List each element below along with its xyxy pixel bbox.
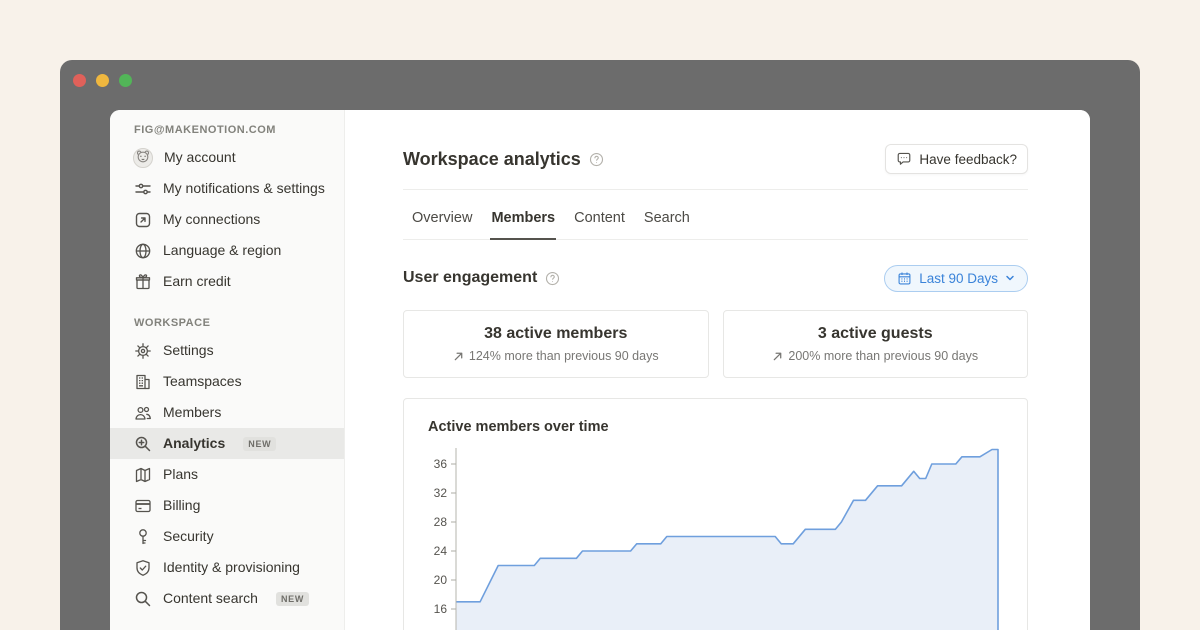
svg-text:36: 36 — [434, 457, 448, 471]
tab-bar: Overview Members Content Search — [403, 190, 1028, 240]
globe-icon — [134, 242, 152, 260]
chart-area-fill — [456, 450, 998, 630]
account-email-header: FIG@MAKENOTION.COM — [134, 122, 344, 138]
sidebar-item-settings[interactable]: Settings — [110, 335, 344, 366]
sidebar-item-my-connections[interactable]: My connections — [110, 204, 344, 235]
people-icon — [134, 404, 152, 422]
tab-search[interactable]: Search — [643, 202, 691, 240]
app-window: FIG@MAKENOTION.COM My account My notific… — [60, 60, 1140, 630]
stat-value: 3 active guests — [818, 325, 933, 343]
arrow-up-right-icon — [453, 351, 464, 362]
tab-members[interactable]: Members — [490, 202, 556, 240]
zoom-button[interactable] — [119, 74, 132, 87]
minimize-button[interactable] — [96, 74, 109, 87]
tab-overview[interactable]: Overview — [411, 202, 473, 240]
settings-modal: FIG@MAKENOTION.COM My account My notific… — [110, 110, 1090, 630]
sliders-icon — [134, 180, 152, 198]
sidebar-item-content-search[interactable]: Content search NEW — [110, 583, 344, 614]
stat-cards: 38 active members 124% more than previou… — [403, 310, 1028, 378]
svg-text:24: 24 — [434, 544, 448, 558]
new-badge: NEW — [276, 592, 309, 606]
stat-card: 3 active guests 200% more than previous … — [723, 310, 1029, 378]
tab-content[interactable]: Content — [573, 202, 626, 240]
map-icon — [134, 466, 152, 484]
new-badge: NEW — [243, 437, 276, 451]
calendar-icon — [897, 271, 912, 286]
sidebar-item-members[interactable]: Members — [110, 397, 344, 428]
key-icon — [134, 528, 152, 546]
magnifier-plus-icon — [134, 435, 152, 453]
sidebar-item-language-region[interactable]: Language & region — [110, 235, 344, 266]
svg-text:16: 16 — [434, 602, 448, 616]
date-range-button[interactable]: Last 90 Days — [884, 265, 1028, 292]
chart-y-ticks: 36 32 28 24 20 16 — [434, 457, 456, 616]
chevron-down-icon — [1005, 273, 1015, 283]
sidebar-item-my-notifications-settings[interactable]: My notifications & settings — [110, 173, 344, 204]
have-feedback-button[interactable]: Have feedback? — [885, 144, 1028, 174]
shield-check-icon — [134, 559, 152, 577]
sidebar-item-security[interactable]: Security — [110, 521, 344, 552]
stat-delta: 124% more than previous 90 days — [469, 349, 659, 363]
chart-card: Active members over time 36 32 28 24 20 16 — [403, 398, 1028, 630]
settings-sidebar: FIG@MAKENOTION.COM My account My notific… — [110, 110, 345, 630]
workspace-section-header: WORKSPACE — [134, 315, 344, 331]
account-items: My account My notifications & settings M… — [110, 142, 344, 297]
sidebar-item-identity-provisioning[interactable]: Identity & provisioning — [110, 552, 344, 583]
sidebar-item-billing[interactable]: Billing — [110, 490, 344, 521]
help-icon[interactable] — [545, 271, 560, 286]
arrow-up-right-icon — [772, 351, 783, 362]
magnifier-icon — [134, 590, 152, 608]
active-members-chart: 36 32 28 24 20 16 — [428, 448, 1003, 630]
stat-delta: 200% more than previous 90 days — [788, 349, 978, 363]
stat-card: 38 active members 124% more than previou… — [403, 310, 709, 378]
sidebar-item-analytics[interactable]: Analytics NEW — [110, 428, 344, 459]
building-icon — [134, 373, 152, 391]
window-controls — [73, 74, 132, 87]
main-content: Workspace analytics Have feedback? Overv… — [345, 110, 1090, 630]
close-button[interactable] — [73, 74, 86, 87]
arrow-up-right-box-icon — [134, 211, 152, 229]
credit-card-icon — [134, 497, 152, 515]
sidebar-item-my-account[interactable]: My account — [110, 142, 344, 173]
avatar — [133, 148, 153, 168]
sidebar-item-earn-credit[interactable]: Earn credit — [110, 266, 344, 297]
page-title: Workspace analytics — [403, 149, 581, 170]
gear-icon — [134, 342, 152, 360]
workspace-items: Settings Teamspaces Members Analytics NE… — [110, 335, 344, 614]
gift-icon — [134, 273, 152, 291]
svg-text:28: 28 — [434, 515, 448, 529]
sidebar-item-plans[interactable]: Plans — [110, 459, 344, 490]
help-icon[interactable] — [589, 152, 604, 167]
sidebar-item-teamspaces[interactable]: Teamspaces — [110, 366, 344, 397]
svg-text:20: 20 — [434, 573, 448, 587]
section-title: User engagement — [403, 269, 537, 287]
stat-value: 38 active members — [484, 325, 627, 343]
chart-title: Active members over time — [428, 419, 1003, 435]
speech-bubble-icon — [896, 151, 912, 167]
svg-text:32: 32 — [434, 486, 448, 500]
